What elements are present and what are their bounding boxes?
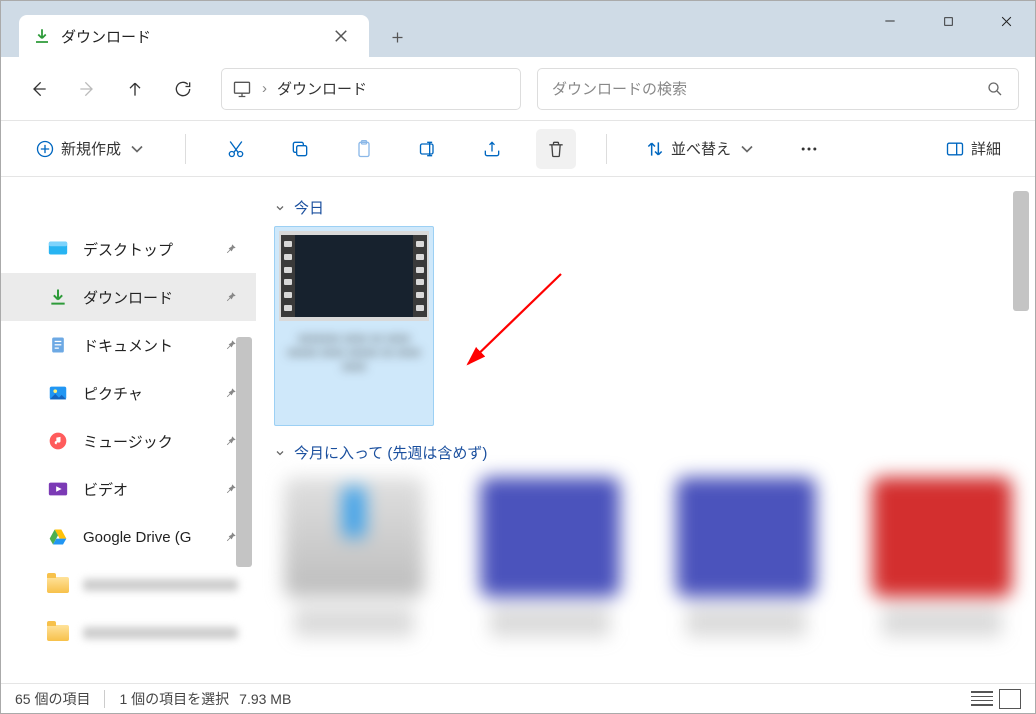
minimize-button[interactable] — [861, 1, 919, 41]
search-placeholder: ダウンロードの検索 — [552, 78, 986, 99]
sidebar-item-google-drive[interactable]: Google Drive (G — [1, 513, 256, 561]
search-box[interactable]: ダウンロードの検索 — [537, 68, 1019, 110]
sidebar-item-label: ピクチャ — [83, 383, 210, 404]
google-drive-icon — [47, 526, 69, 548]
new-label: 新規作成 — [61, 138, 121, 159]
paste-button[interactable] — [344, 129, 384, 169]
titlebar: ダウンロード — [1, 1, 1035, 57]
sidebar-item-label: ミュージック — [83, 431, 210, 452]
sort-icon — [645, 139, 665, 159]
address-bar: › ダウンロード ダウンロードの検索 — [1, 57, 1035, 121]
file-item-selected[interactable]: xxxxxxx xxxx xx xxxx xxxxx xxxx xxxxx xx… — [274, 226, 434, 426]
file-item-blurred[interactable] — [666, 477, 826, 647]
chevron-right-icon: › — [262, 80, 267, 97]
maximize-button[interactable] — [919, 1, 977, 41]
share-button[interactable] — [472, 129, 512, 169]
file-name-blurred: xxxxxxx xxxx xx xxxx xxxxx xxxx xxxxx xx… — [279, 325, 429, 421]
details-pane-button[interactable]: 詳細 — [937, 129, 1009, 169]
group-header-today[interactable]: 今日 — [274, 197, 1031, 218]
sort-label: 並べ替え — [671, 138, 731, 159]
sidebar-item-label: デスクトップ — [83, 239, 210, 260]
details-label: 詳細 — [971, 138, 1001, 159]
body: デスクトップ ダウンロード ドキュメント ピクチャ ミュージック ビデオ — [1, 177, 1035, 685]
main-scrollbar[interactable] — [1013, 191, 1029, 311]
sidebar-item-music[interactable]: ミュージック — [1, 417, 256, 465]
path-box[interactable]: › ダウンロード — [221, 68, 521, 110]
sort-button[interactable]: 並べ替え — [637, 129, 765, 169]
status-bar: 65 個の項目 1 個の項目を選択 7.93 MB — [1, 683, 1035, 713]
tab-close-button[interactable] — [327, 22, 355, 50]
sidebar-item-downloads[interactable]: ダウンロード — [1, 273, 256, 321]
status-size: 7.93 MB — [239, 691, 291, 707]
plus-circle-icon — [35, 139, 55, 159]
sidebar-item-label: ダウンロード — [83, 287, 210, 308]
folder-icon — [47, 622, 69, 644]
separator — [104, 690, 105, 708]
sidebar-item-label-blurred — [83, 627, 238, 639]
sidebar-scrollbar[interactable] — [236, 337, 252, 567]
sidebar-item-label: ドキュメント — [83, 335, 210, 356]
folder-icon — [47, 574, 69, 596]
rename-button[interactable] — [408, 129, 448, 169]
separator — [606, 134, 607, 164]
blurred-files-row — [274, 477, 1031, 647]
tab-downloads[interactable]: ダウンロード — [19, 15, 369, 57]
sidebar-item-label: ビデオ — [83, 479, 210, 500]
copy-button[interactable] — [280, 129, 320, 169]
view-grid-button[interactable] — [999, 689, 1021, 709]
new-button[interactable]: 新規作成 — [27, 129, 155, 169]
video-thumbnail — [279, 231, 429, 321]
pin-icon — [224, 242, 238, 256]
close-button[interactable] — [977, 1, 1035, 41]
details-icon — [945, 139, 965, 159]
group-label: 今日 — [294, 197, 324, 218]
chevron-down-icon — [274, 447, 286, 459]
forward-button[interactable] — [65, 67, 109, 111]
refresh-button[interactable] — [161, 67, 205, 111]
sidebar-item-label-blurred — [83, 579, 238, 591]
desktop-icon — [47, 238, 69, 260]
pictures-icon — [47, 382, 69, 404]
main-content: 今日 xxxxxxx xxxx xx xxxx xxxxx xxxx xxxxx… — [256, 177, 1035, 685]
document-icon — [47, 334, 69, 356]
chevron-down-icon — [274, 202, 286, 214]
back-button[interactable] — [17, 67, 61, 111]
group-label: 今月に入って (先週は含めず) — [294, 442, 487, 463]
up-button[interactable] — [113, 67, 157, 111]
status-selected: 1 個の項目を選択 — [119, 689, 229, 709]
download-icon — [47, 286, 69, 308]
music-icon — [47, 430, 69, 452]
file-item-blurred[interactable] — [470, 477, 630, 647]
status-item-count: 65 個の項目 — [15, 689, 90, 709]
delete-button[interactable] — [536, 129, 576, 169]
file-item-blurred[interactable] — [274, 477, 434, 647]
search-icon — [986, 80, 1004, 98]
sidebar-item-documents[interactable]: ドキュメント — [1, 321, 256, 369]
pin-icon — [224, 290, 238, 304]
chevron-down-icon — [127, 139, 147, 159]
sidebar-item-pictures[interactable]: ピクチャ — [1, 369, 256, 417]
path-current: ダウンロード — [277, 78, 367, 99]
sidebar-item-folder[interactable] — [1, 561, 256, 609]
download-icon — [33, 27, 51, 45]
chevron-down-icon — [737, 139, 757, 159]
window-controls — [861, 1, 1035, 41]
video-icon — [47, 478, 69, 500]
more-button[interactable] — [789, 129, 829, 169]
cut-button[interactable] — [216, 129, 256, 169]
view-list-button[interactable] — [971, 689, 993, 709]
separator — [185, 134, 186, 164]
sidebar-item-folder[interactable] — [1, 609, 256, 657]
file-item-blurred[interactable] — [862, 477, 1022, 647]
group-header-month[interactable]: 今月に入って (先週は含めず) — [274, 442, 1031, 463]
toolbar: 新規作成 並べ替え 詳細 — [1, 121, 1035, 177]
monitor-icon — [232, 79, 252, 99]
sidebar-item-videos[interactable]: ビデオ — [1, 465, 256, 513]
new-tab-button[interactable] — [377, 17, 417, 57]
sidebar: デスクトップ ダウンロード ドキュメント ピクチャ ミュージック ビデオ — [1, 177, 256, 685]
sidebar-item-desktop[interactable]: デスクトップ — [1, 225, 256, 273]
tab-title: ダウンロード — [61, 26, 317, 47]
sidebar-item-label: Google Drive (G — [83, 529, 210, 546]
